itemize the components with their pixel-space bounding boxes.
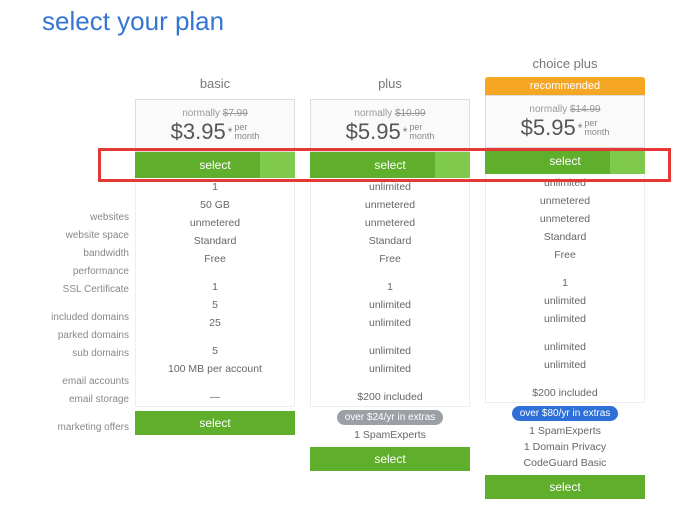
feature-ssl: Free — [311, 250, 469, 268]
label-parked-domains: parked domains — [30, 327, 135, 345]
feature-marketing-offers: $200 included — [486, 384, 644, 402]
label-email-accounts: email accounts — [30, 373, 135, 391]
feature-parked-domains: 5 — [136, 296, 294, 314]
price-box: normally $7.99$3.95*permonth — [135, 99, 295, 152]
feature-bandwidth: unmetered — [136, 214, 294, 232]
label-websites: websites — [30, 209, 135, 227]
label-sub-domains: sub domains — [30, 345, 135, 363]
select-button-top[interactable]: select — [135, 152, 295, 178]
per-month-label: permonth — [234, 123, 259, 141]
feature-sub-domains: unlimited — [486, 310, 644, 328]
plan-name: plus — [310, 49, 470, 99]
feature-websites: unlimited — [311, 178, 469, 196]
select-button-bottom[interactable]: select — [310, 447, 470, 471]
feature-website-space: unmetered — [486, 192, 644, 210]
label-bandwidth: bandwidth — [30, 245, 135, 263]
feature-parked-domains: unlimited — [311, 296, 469, 314]
feature-marketing-offers: $200 included — [311, 388, 469, 406]
normally-text: normally $10.99 — [315, 108, 465, 119]
select-button-bottom[interactable]: select — [485, 475, 645, 499]
feature-email-accounts: unlimited — [311, 342, 469, 360]
asterisk-icon: * — [403, 125, 408, 139]
feature-marketing-offers: — — [136, 388, 294, 406]
plan-plus: plusnormally $10.99$5.95*permonthselectu… — [310, 49, 470, 499]
feature-email-storage: 100 MB per account — [136, 360, 294, 378]
plan-choice-plus: choice plusrecommendednormally $14.99$5.… — [485, 49, 645, 499]
feature-included-domains: 1 — [136, 278, 294, 296]
extras-pill: over $24/yr in extras — [337, 410, 444, 425]
feature-bandwidth: unmetered — [311, 214, 469, 232]
feature-email-storage: unlimited — [486, 356, 644, 374]
price-box: normally $10.99$5.95*permonth — [310, 99, 470, 152]
select-button-top[interactable]: select — [485, 148, 645, 174]
per-month-label: permonth — [584, 119, 609, 137]
feature-email-storage: unlimited — [311, 360, 469, 378]
normally-text: normally $7.99 — [140, 108, 290, 119]
feature-websites: 1 — [136, 178, 294, 196]
extras-pill: over $80/yr in extras — [512, 406, 619, 421]
feature-included-domains: 1 — [486, 274, 644, 292]
extra-line: 1 SpamExperts — [485, 423, 645, 439]
features-list: unlimitedunmeteredunmeteredStandardFree1… — [310, 178, 470, 407]
feature-labels-column: websites website space bandwidth perform… — [30, 49, 135, 499]
extra-line: CodeGuard Basic — [485, 455, 645, 471]
feature-performance: Standard — [486, 228, 644, 246]
price: $5.95 — [521, 115, 576, 141]
plan-basic: basicnormally $7.99$3.95*permonthselect1… — [135, 49, 295, 499]
feature-included-domains: 1 — [311, 278, 469, 296]
label-ssl: SSL Certificate — [30, 281, 135, 299]
feature-websites: unlimited — [486, 174, 644, 192]
feature-website-space: 50 GB — [136, 196, 294, 214]
feature-ssl: Free — [486, 246, 644, 264]
asterisk-icon: * — [578, 121, 583, 135]
price-box: normally $14.99$5.95*permonth — [485, 95, 645, 148]
asterisk-icon: * — [228, 125, 233, 139]
label-website-space: website space — [30, 227, 135, 245]
feature-email-accounts: unlimited — [486, 338, 644, 356]
feature-performance: Standard — [311, 232, 469, 250]
features-list: 150 GBunmeteredStandardFree15255100 MB p… — [135, 178, 295, 407]
feature-bandwidth: unmetered — [486, 210, 644, 228]
label-included-domains: included domains — [30, 309, 135, 327]
label-marketing-offers: marketing offers — [30, 419, 135, 437]
per-month-label: permonth — [409, 123, 434, 141]
feature-email-accounts: 5 — [136, 342, 294, 360]
features-list: unlimitedunmeteredunmeteredStandardFree1… — [485, 174, 645, 403]
feature-parked-domains: unlimited — [486, 292, 644, 310]
recommended-badge: recommended — [485, 77, 645, 95]
pricing-grid: websites website space bandwidth perform… — [0, 49, 686, 499]
select-button-bottom[interactable]: select — [135, 411, 295, 435]
select-button-top[interactable]: select — [310, 152, 470, 178]
price: $5.95 — [346, 119, 401, 145]
feature-website-space: unmetered — [311, 196, 469, 214]
label-email-storage: email storage — [30, 391, 135, 409]
extra-line: 1 Domain Privacy — [485, 439, 645, 455]
feature-performance: Standard — [136, 232, 294, 250]
feature-sub-domains: 25 — [136, 314, 294, 332]
feature-ssl: Free — [136, 250, 294, 268]
page-title: select your plan — [0, 0, 686, 49]
label-performance: performance — [30, 263, 135, 281]
price: $3.95 — [171, 119, 226, 145]
plan-name: basic — [135, 49, 295, 99]
normally-text: normally $14.99 — [490, 104, 640, 115]
feature-sub-domains: unlimited — [311, 314, 469, 332]
extra-line: 1 SpamExperts — [310, 427, 470, 443]
plan-name: choice plus — [485, 49, 645, 79]
